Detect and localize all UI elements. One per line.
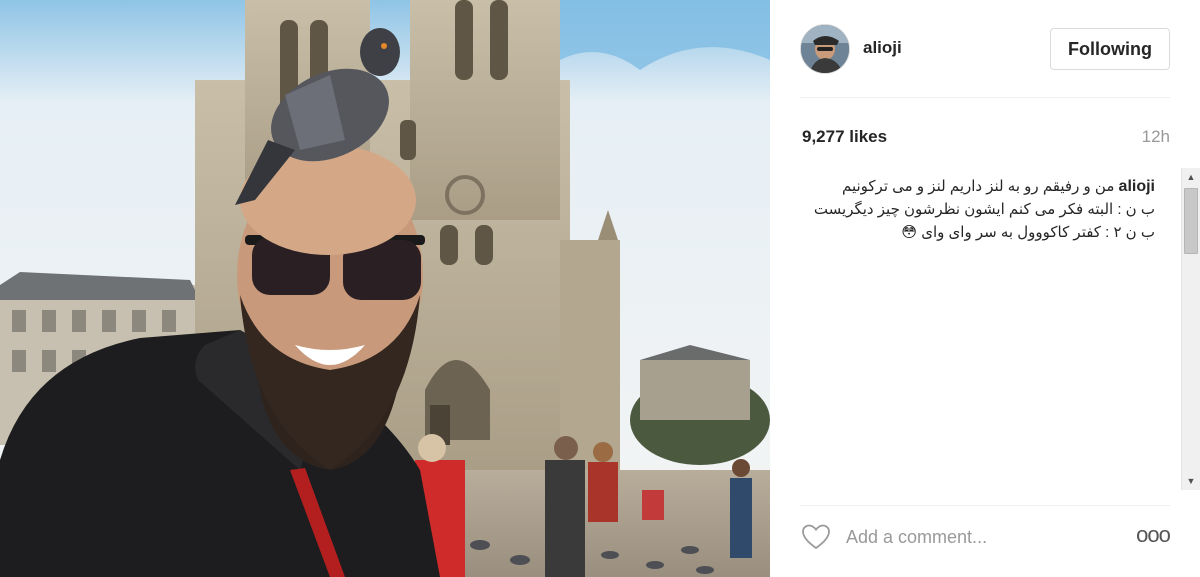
scrollbar-thumb[interactable] [1184,188,1198,254]
comment-bar: ooo [800,505,1171,577]
more-options-icon[interactable]: ooo [1136,520,1171,550]
avatar[interactable] [800,24,850,74]
post-photo-illustration [0,0,770,577]
likes-count[interactable]: 9,277 likes [802,127,887,147]
avatar-image [801,25,849,73]
caption-scrollbar[interactable]: ▲ ▼ [1181,168,1200,490]
post-time[interactable]: 12h [1142,127,1170,147]
comment-input[interactable] [846,524,1126,550]
caption-username[interactable]: alioji [1119,178,1155,195]
heart-outline-icon[interactable] [800,521,832,553]
caption-scroll-area[interactable]: alioji من و رفیقم رو به لنز داریم لنز و … [800,168,1180,490]
post-side-panel: alioji Following 9,277 likes 12h alioji … [770,0,1200,577]
scroll-down-arrow-icon[interactable]: ▼ [1182,472,1200,490]
post-photo [0,0,770,577]
caption-text: من و رفیقم رو به لنز داریم لنز و می ترکو… [813,178,1155,241]
post-stats: 9,277 likes 12h [800,126,1170,150]
scroll-up-arrow-icon[interactable]: ▲ [1182,168,1200,186]
post-header: alioji Following [800,0,1170,98]
caption: alioji من و رفیقم رو به لنز داریم لنز و … [800,168,1155,244]
following-button[interactable]: Following [1050,28,1170,70]
username[interactable]: alioji [863,38,902,58]
